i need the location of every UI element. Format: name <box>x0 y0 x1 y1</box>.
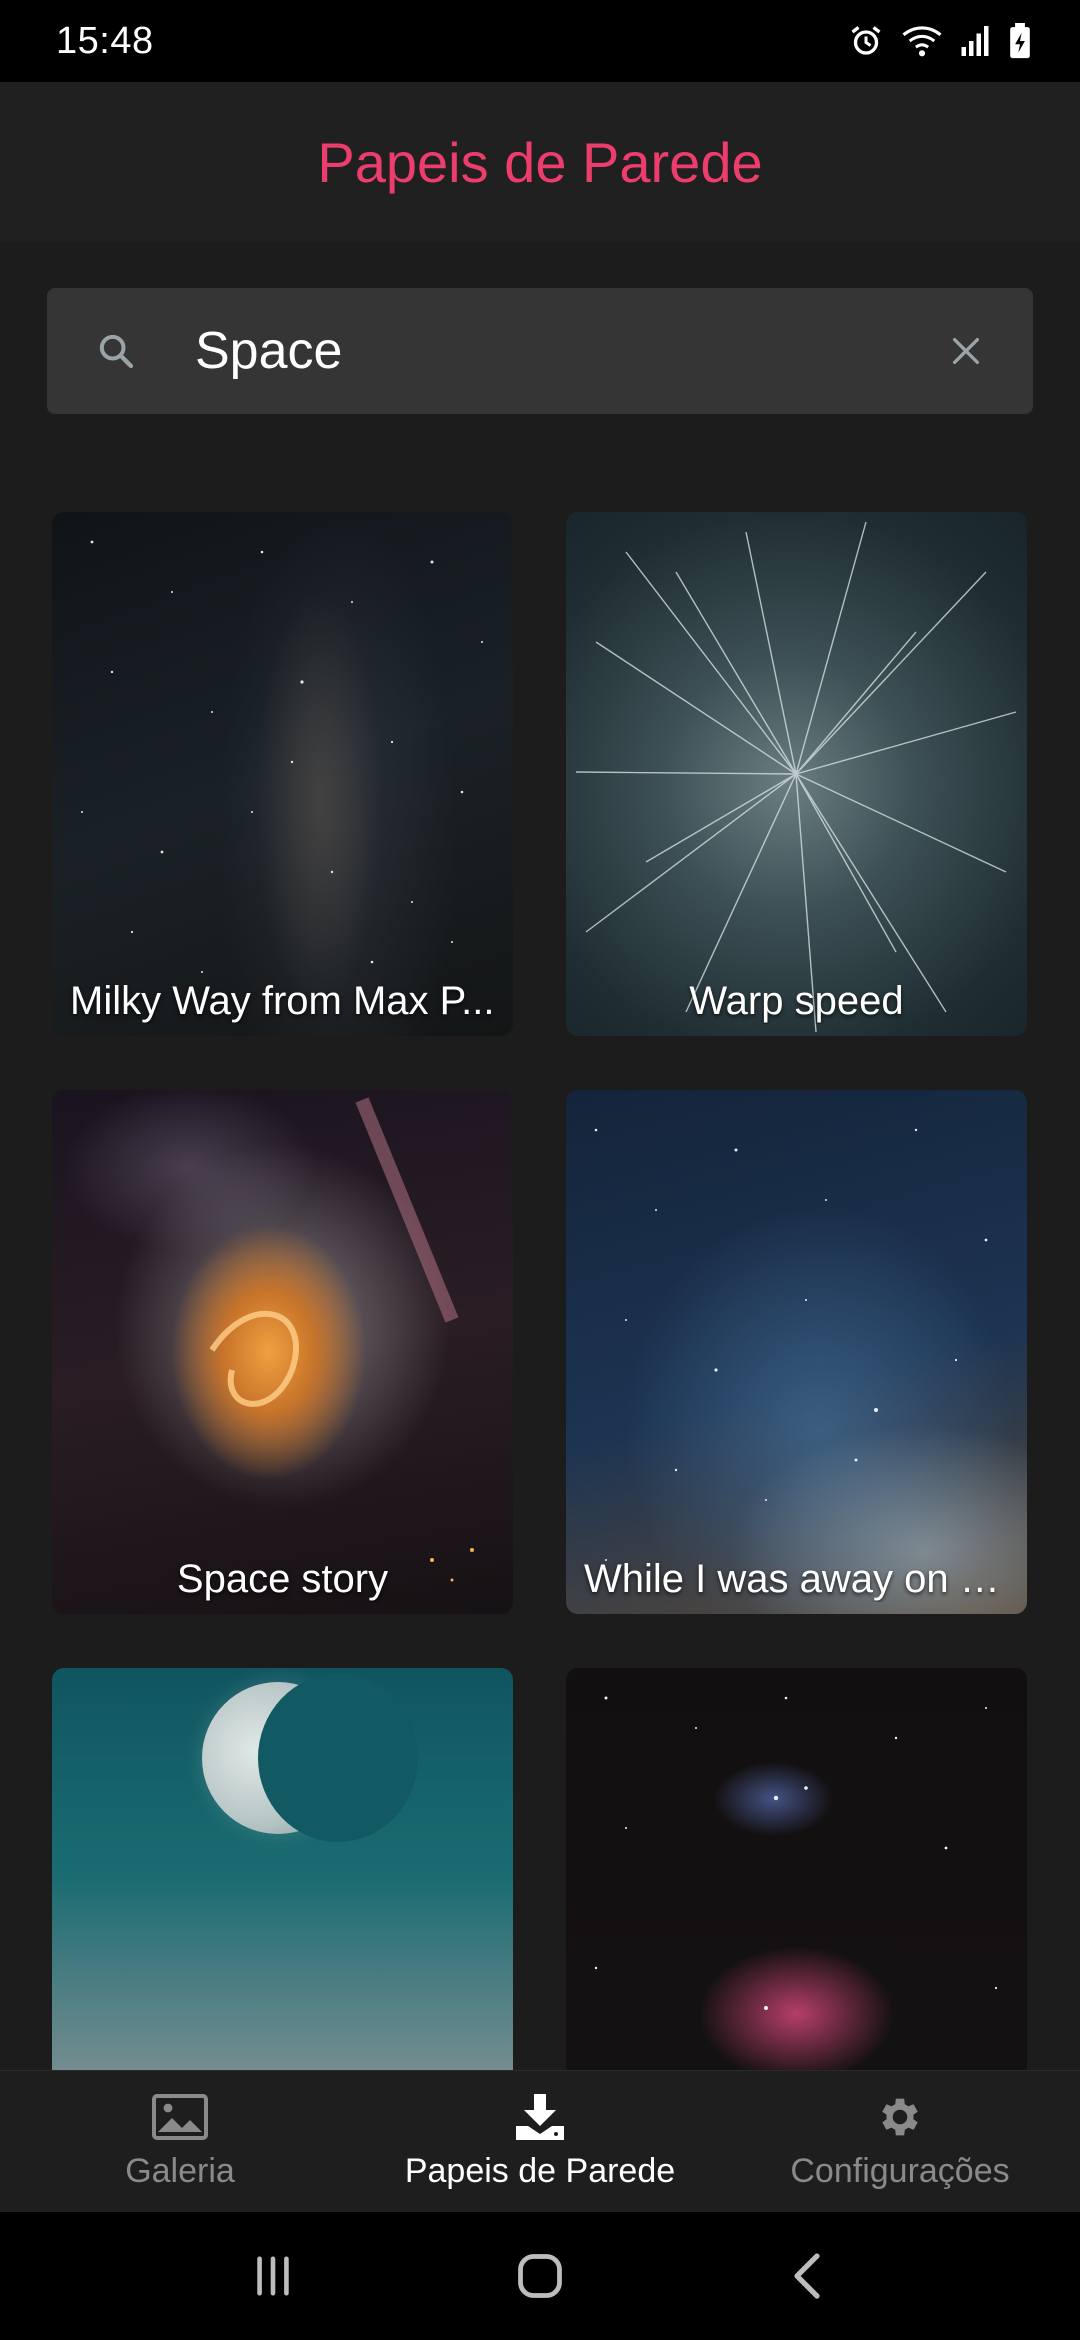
status-bar: 15:48 <box>0 0 1080 82</box>
nav-label: Galeria <box>125 2152 235 2190</box>
wallpaper-card-moon[interactable] <box>52 1668 513 2070</box>
battery-charging-icon <box>1010 23 1030 59</box>
nav-item-configuracoes[interactable]: Configurações <box>720 2071 1080 2212</box>
wallpaper-title: Warp speed <box>689 979 904 1023</box>
bottom-navigation: Galeria Papeis de Parede Configurações <box>0 2070 1080 2212</box>
wallpaper-card-orion-nebula[interactable] <box>566 1668 1027 2070</box>
close-icon[interactable] <box>939 324 993 378</box>
gear-icon <box>871 2092 929 2142</box>
wallpaper-card-while-i-was-away[interactable]: While I was away on a... <box>566 1090 1027 1614</box>
nav-item-papeis-de-parede[interactable]: Papeis de Parede <box>360 2071 720 2212</box>
wallpaper-title: While I was away on a... <box>584 1557 1016 1601</box>
alarm-icon <box>851 26 881 55</box>
download-icon <box>511 2092 569 2142</box>
app-bar: Papeis de Parede <box>0 82 1080 242</box>
nebula-image <box>594 1696 998 2010</box>
nav-label: Papeis de Parede <box>404 2152 676 2190</box>
search-input[interactable] <box>195 311 939 391</box>
wallpaper-title: Milky Way from Max P... <box>70 979 495 1023</box>
home-icon[interactable] <box>500 2236 580 2316</box>
system-navigation-bar <box>0 2212 1080 2340</box>
nav-item-galeria[interactable]: Galeria <box>0 2071 360 2212</box>
signal-icon <box>961 26 989 56</box>
image-icon <box>151 2092 209 2142</box>
warp-speed-image <box>575 521 1017 1033</box>
space-story-image <box>209 1097 474 1582</box>
status-icons <box>848 23 1032 59</box>
search-icon <box>89 324 143 378</box>
wifi-icon <box>902 26 942 57</box>
screen: 15:48 Papeis de Parede Space Milky Way f… <box>0 0 1080 2340</box>
night-sky-image <box>594 1128 988 1561</box>
wallpaper-title: Space story <box>176 1557 389 1601</box>
wallpaper-grid: Milky Way from Max P... Warp speed Space… <box>52 512 1028 2070</box>
milky-way-image <box>81 540 483 973</box>
search-bar[interactable] <box>47 288 1033 414</box>
nav-label: Configurações <box>790 2152 1010 2190</box>
wallpaper-card-milky-way[interactable]: Milky Way from Max P... <box>52 512 513 1036</box>
wallpaper-card-space-story[interactable]: Space story <box>52 1090 513 1614</box>
status-time: 15:48 <box>56 19 154 62</box>
page-title: Papeis de Parede <box>317 130 763 194</box>
recent-apps-icon[interactable] <box>233 2236 313 2316</box>
back-icon[interactable] <box>767 2236 847 2316</box>
wallpaper-card-warp-speed[interactable]: Warp speed <box>566 512 1027 1036</box>
